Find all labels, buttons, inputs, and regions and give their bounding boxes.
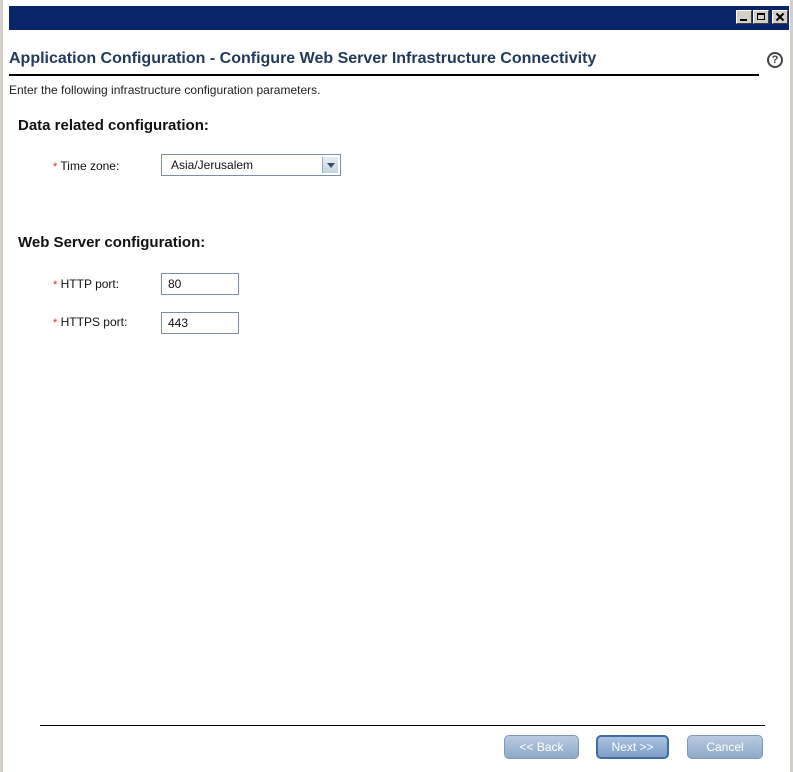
dialog-window: Application Configuration - Configure We…: [0, 0, 793, 772]
title-divider: [9, 74, 759, 76]
page-title: Application Configuration - Configure We…: [9, 50, 597, 67]
maximize-icon[interactable]: [753, 10, 769, 24]
data-section-heading: Data related configuration:: [18, 117, 209, 134]
chevron-down-icon[interactable]: [322, 157, 338, 173]
cancel-button[interactable]: Cancel: [687, 735, 763, 759]
window-titlebar[interactable]: [9, 6, 789, 30]
next-button[interactable]: Next >>: [596, 735, 669, 759]
web-section-heading: Web Server configuration:: [18, 234, 206, 251]
time-zone-value: Asia/Jerusalem: [171, 158, 254, 172]
https-port-label-text: HTTPS port:: [60, 315, 128, 329]
http-port-label: * HTTP port:: [53, 277, 119, 291]
back-button[interactable]: << Back: [504, 735, 579, 759]
help-icon[interactable]: ?: [767, 52, 783, 68]
footer-divider: [40, 725, 765, 726]
minimize-icon[interactable]: [736, 10, 752, 24]
time-zone-label: * Time zone:: [53, 159, 119, 173]
required-marker: *: [53, 317, 58, 329]
time-zone-label-text: Time zone:: [60, 159, 120, 173]
https-port-input[interactable]: [161, 312, 239, 334]
required-marker: *: [53, 161, 58, 173]
close-icon[interactable]: [772, 10, 788, 24]
intro-text: Enter the following infrastructure confi…: [9, 83, 321, 97]
required-marker: *: [53, 279, 58, 291]
http-port-label-text: HTTP port:: [60, 277, 120, 291]
https-port-label: * HTTPS port:: [53, 315, 127, 329]
time-zone-select[interactable]: Asia/Jerusalem: [161, 154, 341, 176]
http-port-input[interactable]: [161, 273, 239, 295]
